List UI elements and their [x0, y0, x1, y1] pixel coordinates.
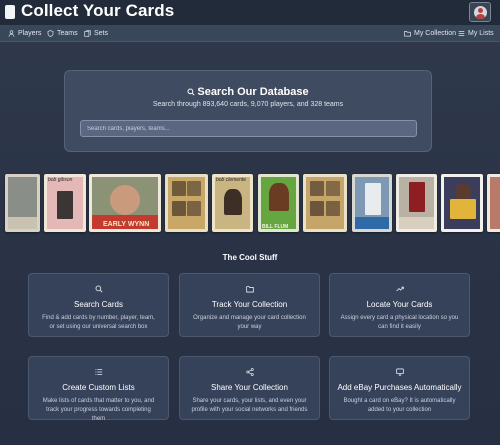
- app-logo-icon[interactable]: [5, 5, 15, 19]
- feature-custom-lists[interactable]: Create Custom Lists Make lists of cards …: [28, 356, 169, 422]
- feature-track-collection[interactable]: Track Your Collection Organize and manag…: [179, 273, 320, 337]
- card-thumbnail[interactable]: bob clemente: [212, 174, 253, 232]
- card-top-text: bob gibson: [48, 177, 73, 183]
- trending-up-icon: [396, 286, 404, 292]
- feature-description: Bought a card on eBay? It is automatical…: [343, 398, 456, 413]
- nav-my-lists[interactable]: My Lists: [458, 25, 494, 41]
- user-icon: [8, 29, 15, 37]
- feature-description: Assign every card a physical location so…: [340, 315, 459, 330]
- folder-icon: [404, 30, 411, 37]
- search-title-text: Search Our Database: [197, 86, 309, 98]
- monitor-icon: [396, 368, 404, 376]
- feature-title: Share Your Collection: [211, 383, 288, 392]
- app-header: Collect Your Cards: [0, 0, 500, 25]
- card-thumbnail[interactable]: [396, 174, 437, 232]
- features-section-title: The Cool Stuff: [222, 253, 278, 262]
- card-thumbnail[interactable]: [487, 174, 500, 232]
- feature-description: Make lists of cards that matter to you, …: [42, 398, 155, 422]
- card-thumbnail[interactable]: [441, 174, 483, 232]
- nav-players-label: Players: [18, 29, 42, 37]
- feature-title: Add eBay Purchases Automatically: [337, 383, 462, 392]
- card-thumbnail[interactable]: EARLY WYNN: [89, 174, 161, 232]
- search-icon: [95, 285, 103, 293]
- search-title: Search Our Database: [65, 86, 431, 98]
- card-thumbnail[interactable]: [5, 174, 40, 232]
- card-bottom-text: BILL FLUM: [262, 224, 289, 230]
- feature-title: Search Cards: [74, 300, 123, 309]
- avatar: [473, 5, 487, 19]
- feature-description: Organize and manage your card collection…: [193, 315, 306, 330]
- feature-description: Share your cards, your lists, and even y…: [191, 398, 308, 413]
- list-icon: [458, 30, 465, 36]
- main-nav: Players Teams Sets My Collection My List…: [0, 25, 500, 42]
- nav-teams[interactable]: Teams: [47, 25, 78, 41]
- search-icon: [187, 88, 195, 96]
- nav-sets-label: Sets: [94, 29, 109, 37]
- nav-sets[interactable]: Sets: [84, 25, 108, 41]
- feature-locate-cards[interactable]: Locate Your Cards Assign every card a ph…: [329, 273, 470, 337]
- nav-my-lists-label: My Lists: [468, 29, 494, 37]
- search-subtitle: Search through 893,640 cards, 9,070 play…: [152, 101, 344, 108]
- layers-icon: [84, 29, 91, 37]
- shield-icon: [47, 29, 54, 37]
- feature-ebay-purchases[interactable]: Add eBay Purchases Automatically Bought …: [329, 356, 470, 420]
- card-thumbnail[interactable]: [352, 174, 392, 232]
- card-thumbnail[interactable]: BILL FLUM: [258, 174, 299, 232]
- nav-my-collection[interactable]: My Collection: [404, 25, 456, 41]
- card-thumbnail[interactable]: [303, 174, 347, 232]
- nav-players[interactable]: Players: [8, 25, 41, 41]
- folder-icon: [246, 286, 254, 293]
- feature-title: Locate Your Cards: [366, 300, 433, 309]
- card-thumbnail[interactable]: bob gibson: [44, 174, 86, 232]
- search-input[interactable]: [80, 120, 417, 137]
- app-title[interactable]: Collect Your Cards: [21, 1, 174, 21]
- card-top-text: bob clemente: [216, 177, 247, 183]
- user-menu-button[interactable]: [469, 2, 491, 22]
- card-thumbnail[interactable]: [165, 174, 208, 232]
- card-bottom-text: EARLY WYNN: [103, 221, 150, 228]
- nav-teams-label: Teams: [57, 29, 78, 37]
- feature-description: Find & add cards by number, player, team…: [42, 315, 155, 330]
- feature-share-collection[interactable]: Share Your Collection Share your cards, …: [179, 356, 320, 420]
- search-panel: Search Our Database Search through 893,6…: [64, 70, 432, 152]
- nav-my-collection-label: My Collection: [414, 29, 457, 37]
- feature-title: Track Your Collection: [211, 300, 288, 309]
- feature-title: Create Custom Lists: [62, 383, 135, 392]
- share-icon: [246, 368, 254, 376]
- list-icon: [95, 369, 103, 375]
- feature-search-cards[interactable]: Search Cards Find & add cards by number,…: [28, 273, 169, 337]
